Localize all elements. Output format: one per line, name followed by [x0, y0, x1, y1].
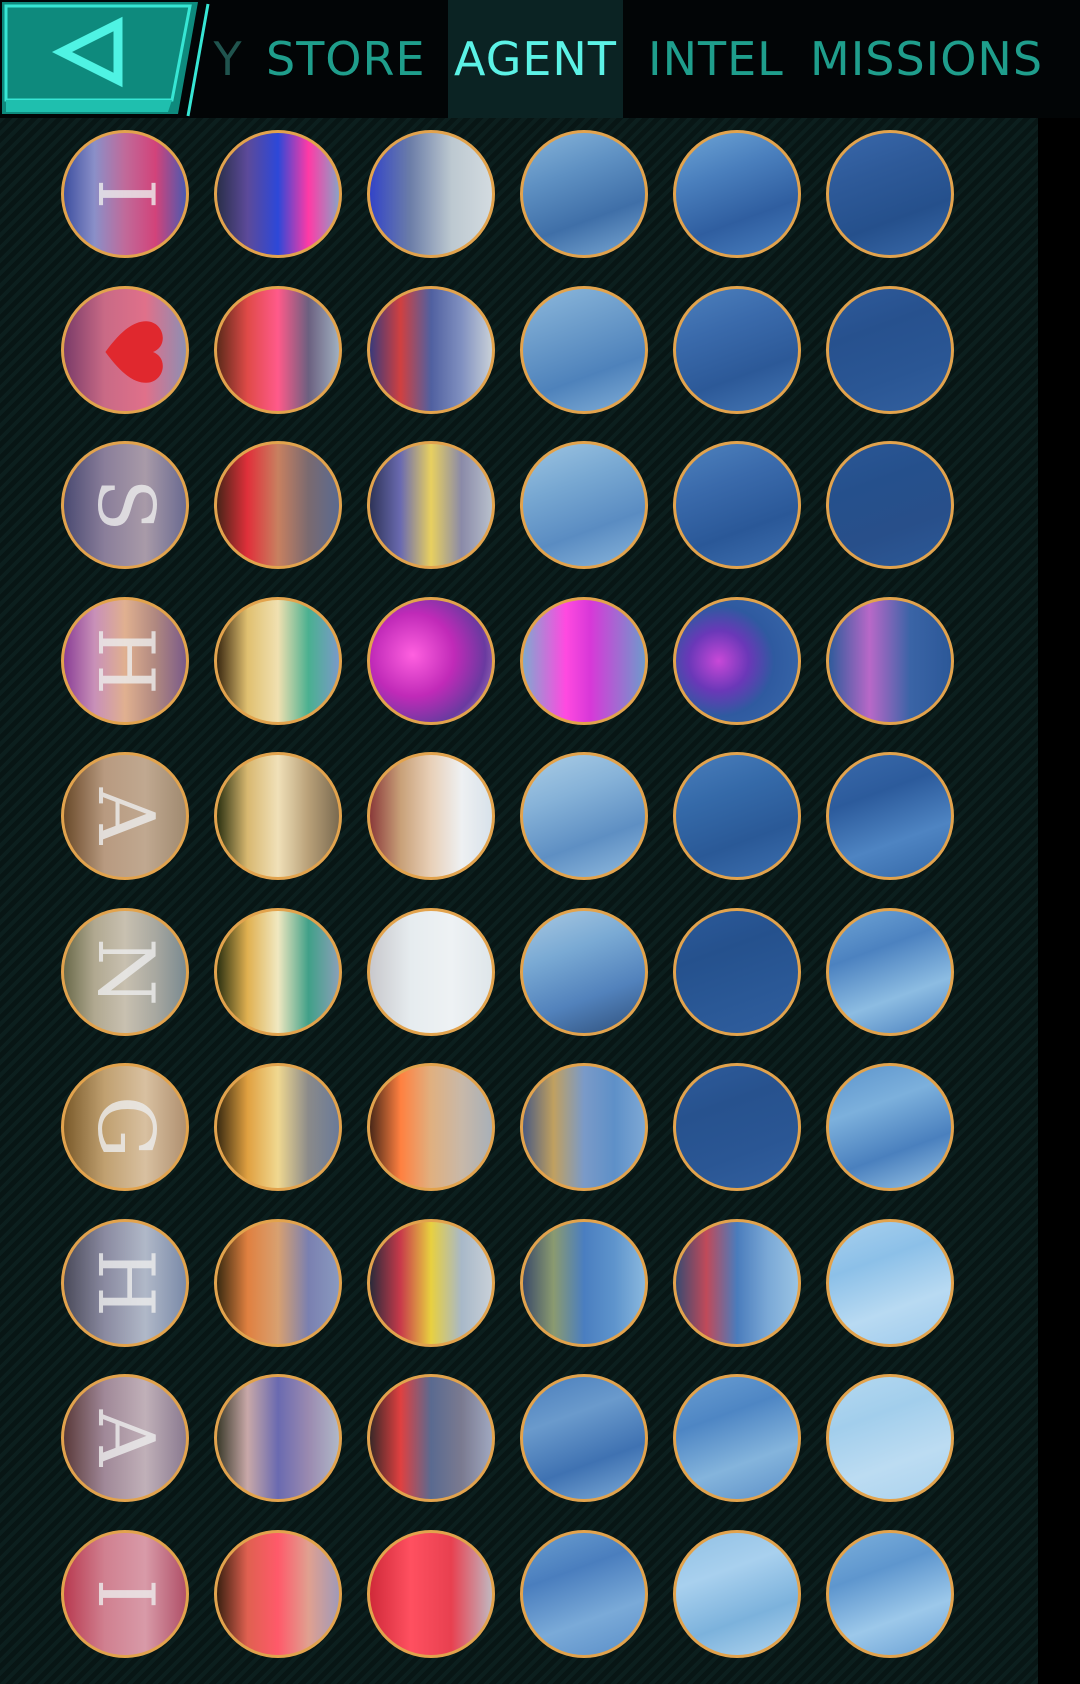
medal-badge[interactable]: [214, 1374, 342, 1502]
medal-badge[interactable]: [520, 597, 648, 725]
medal-badge[interactable]: [826, 1219, 954, 1347]
medal-badge[interactable]: [214, 908, 342, 1036]
medal-badge[interactable]: [367, 1063, 495, 1191]
medal-badge[interactable]: [673, 752, 801, 880]
medal-badge[interactable]: [520, 1219, 648, 1347]
medal-letter: N: [80, 937, 170, 1007]
tab-bar: Y STORE AGENT INTEL MISSIONS: [190, 0, 1080, 118]
medal-badge[interactable]: I: [61, 1530, 189, 1658]
right-edge: [1038, 118, 1080, 1684]
medal-badge[interactable]: [214, 597, 342, 725]
medal-badge[interactable]: A: [61, 1374, 189, 1502]
tab-agent[interactable]: AGENT: [448, 0, 623, 118]
medal-badge[interactable]: [367, 441, 495, 569]
tab-label: AGENT: [454, 32, 617, 86]
medal-badge[interactable]: [214, 1530, 342, 1658]
medal-badge[interactable]: [367, 1530, 495, 1658]
medal-badge[interactable]: I: [61, 130, 189, 258]
medal-badge[interactable]: [367, 1219, 495, 1347]
medal-badge[interactable]: [367, 286, 495, 414]
medal-badge[interactable]: [367, 908, 495, 1036]
medal-letter: S: [80, 478, 170, 532]
back-button[interactable]: [0, 0, 215, 118]
medal-badge[interactable]: [214, 130, 342, 258]
tab-label: Y: [213, 32, 243, 86]
medal-badge[interactable]: [673, 130, 801, 258]
medal-letter: H: [80, 626, 170, 696]
medal-badge[interactable]: [673, 1374, 801, 1502]
medal-badge[interactable]: [214, 752, 342, 880]
app: Y STORE AGENT INTEL MISSIONS I S H A N G H A I: [0, 0, 1080, 1684]
medal-badge[interactable]: [520, 1374, 648, 1502]
tab-missions[interactable]: MISSIONS: [810, 0, 1042, 118]
medal-letter: A: [80, 787, 170, 845]
medal-badge[interactable]: H: [61, 597, 189, 725]
medal-badge[interactable]: [826, 286, 954, 414]
medal-badge[interactable]: N: [61, 908, 189, 1036]
medal-badge[interactable]: [520, 1063, 648, 1191]
medal-badge[interactable]: [367, 130, 495, 258]
tab-partial[interactable]: Y: [208, 0, 248, 118]
tab-store[interactable]: STORE: [266, 0, 425, 118]
medal-badge[interactable]: [673, 1063, 801, 1191]
medal-letter: I: [80, 1578, 170, 1610]
medal-badge[interactable]: [673, 1219, 801, 1347]
medal-badge[interactable]: [826, 130, 954, 258]
medal-badge[interactable]: [826, 908, 954, 1036]
medal-badge[interactable]: [826, 752, 954, 880]
tab-label: MISSIONS: [810, 32, 1044, 86]
medal-badge[interactable]: [520, 1530, 648, 1658]
medal-badge[interactable]: [520, 752, 648, 880]
medal-letter: A: [80, 1409, 170, 1467]
medal-badge[interactable]: [214, 286, 342, 414]
tab-label: INTEL: [648, 32, 784, 86]
medal-badge[interactable]: [367, 752, 495, 880]
medal-badge[interactable]: [214, 441, 342, 569]
medal-badge[interactable]: G: [61, 1063, 189, 1191]
medal-letter: H: [80, 1248, 170, 1318]
tab-intel[interactable]: INTEL: [648, 0, 783, 118]
medal-badge[interactable]: [367, 1374, 495, 1502]
medal-badge[interactable]: [367, 597, 495, 725]
heart-icon: [105, 321, 163, 383]
medal-badge[interactable]: [826, 1530, 954, 1658]
medal-badge[interactable]: [826, 1063, 954, 1191]
medal-badge[interactable]: [520, 286, 648, 414]
medal-badge[interactable]: [673, 441, 801, 569]
medal-badge[interactable]: [673, 286, 801, 414]
medal-badge[interactable]: [214, 1219, 342, 1347]
medal-badge[interactable]: H: [61, 1219, 189, 1347]
top-nav-bar: Y STORE AGENT INTEL MISSIONS: [0, 0, 1080, 120]
medal-badge[interactable]: [214, 1063, 342, 1191]
medal-badge[interactable]: [673, 1530, 801, 1658]
tab-label: STORE: [266, 32, 426, 86]
medal-badge[interactable]: [520, 908, 648, 1036]
back-triangle-icon: [2, 2, 210, 117]
medal-badge[interactable]: [61, 286, 189, 414]
medal-badge[interactable]: [826, 597, 954, 725]
medal-badge[interactable]: [520, 130, 648, 258]
medal-badge[interactable]: [826, 1374, 954, 1502]
medal-grid-area[interactable]: I S H A N G H A I: [0, 118, 1038, 1684]
medal-badge[interactable]: S: [61, 441, 189, 569]
medal-badge[interactable]: [520, 441, 648, 569]
medal-badge[interactable]: [673, 597, 801, 725]
medal-badge[interactable]: A: [61, 752, 189, 880]
medal-letter: I: [80, 178, 170, 210]
medal-letter: G: [80, 1095, 170, 1159]
medal-badge[interactable]: [826, 441, 954, 569]
medal-badge[interactable]: [673, 908, 801, 1036]
